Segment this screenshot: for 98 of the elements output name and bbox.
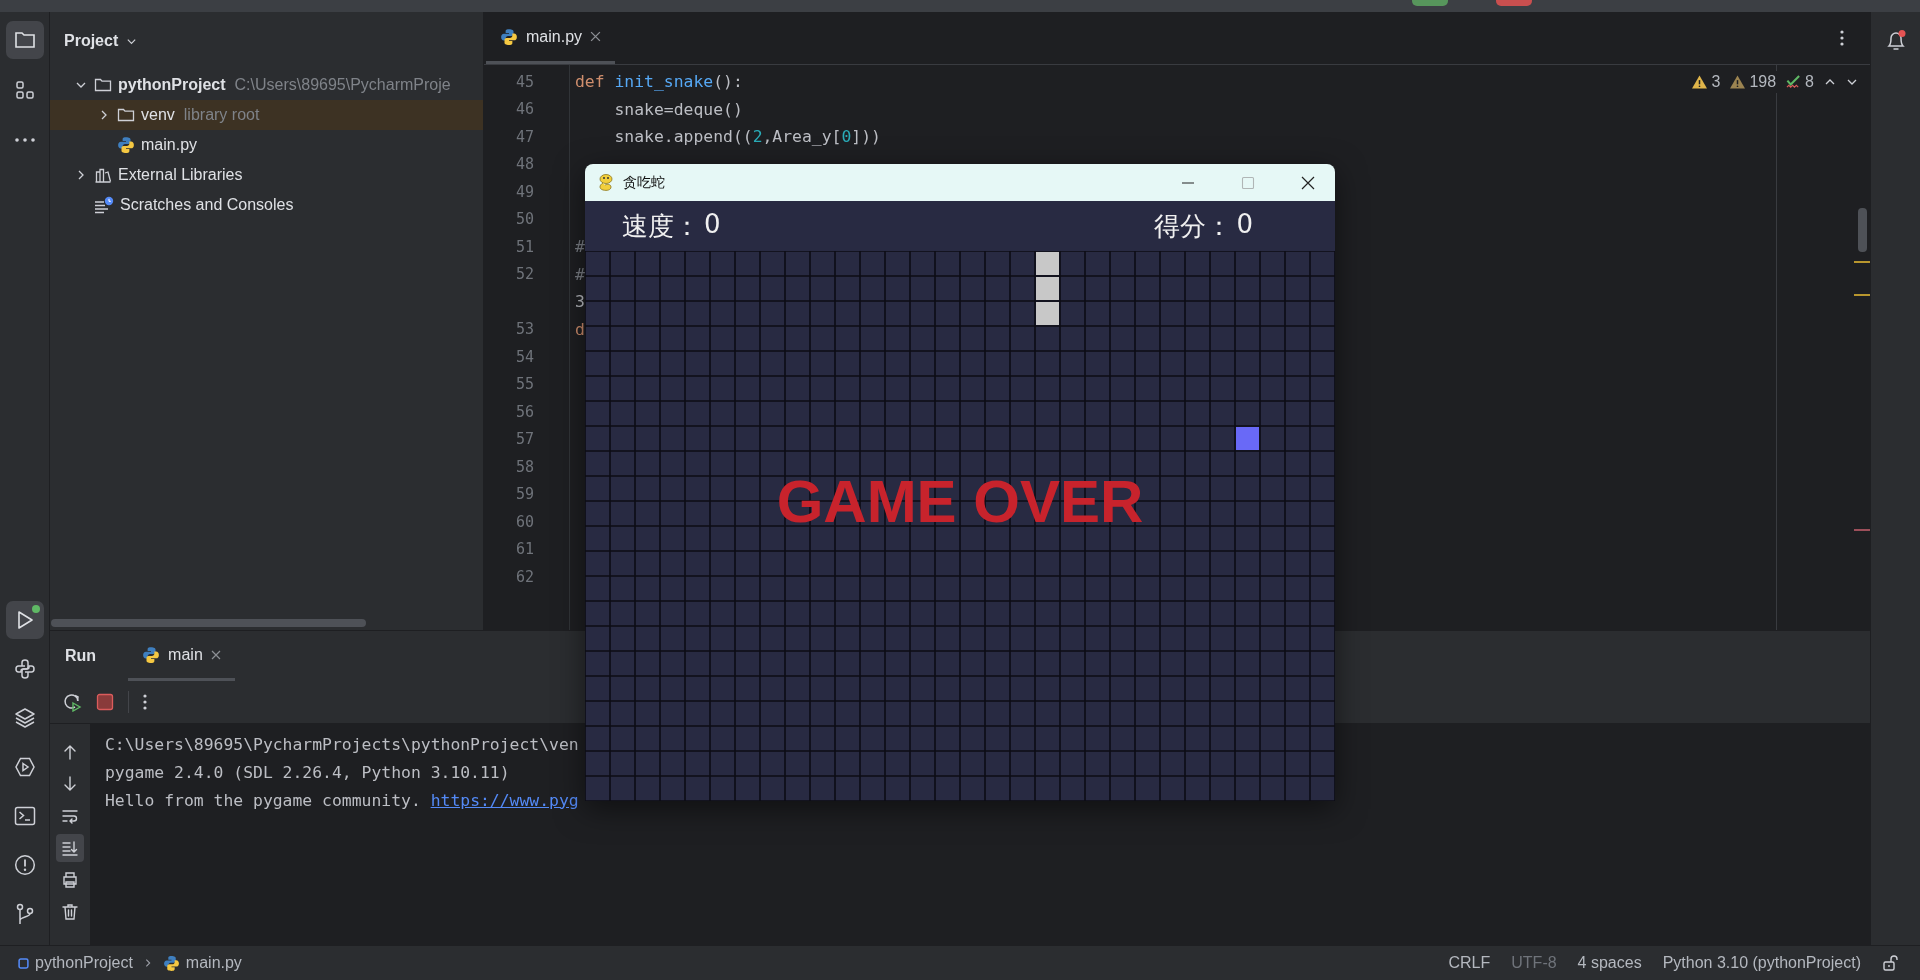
tree-item[interactable]: pythonProject C:\Users\89695\PycharmProje: [50, 70, 483, 100]
more-icon[interactable]: [1840, 30, 1844, 46]
wrap-icon: [61, 807, 79, 825]
code-line: def init_snake():: [575, 72, 743, 92]
line-number: 48: [514, 155, 534, 174]
line-number: 47: [514, 127, 534, 146]
inspection-count: 198: [1749, 73, 1777, 91]
folder-icon: [94, 77, 112, 93]
code-line: #: [575, 237, 585, 257]
inspection-count: 3: [1711, 73, 1721, 91]
scrollbar-thumb[interactable]: [51, 619, 366, 627]
status-item[interactable]: CRLF: [1448, 954, 1491, 972]
file-tab[interactable]: main.py: [486, 12, 616, 64]
breadcrumb[interactable]: pythonProject: [18, 954, 133, 972]
toolbar-button[interactable]: [1412, 0, 1448, 6]
line-number: 58: [514, 457, 534, 476]
python-icon: [162, 954, 180, 972]
error-marker[interactable]: [1854, 529, 1870, 531]
folder-icon: [13, 30, 36, 50]
project-view-dropdown[interactable]: Project: [60, 28, 142, 54]
lock-icon[interactable]: [1882, 954, 1900, 972]
link[interactable]: https://www.pyg: [430, 790, 579, 810]
warning-marker[interactable]: [1854, 294, 1870, 296]
breadcrumb[interactable]: main.py: [162, 954, 242, 972]
code-line: snake.append((2,Area_y[0])): [613, 127, 881, 147]
more-icon[interactable]: [143, 694, 147, 710]
line-number: 50: [514, 210, 534, 229]
line-number: 61: [514, 540, 534, 559]
run-tab[interactable]: main: [128, 631, 235, 681]
problems-icon: [13, 854, 36, 876]
tree-hint: C:\Users\89695\PycharmProje: [234, 76, 451, 94]
line-number: 49: [514, 182, 534, 201]
typo-check-icon: [1786, 74, 1802, 90]
terminal-icon: [13, 806, 36, 826]
more-icon: [14, 138, 35, 142]
snake-segment: [1036, 252, 1059, 275]
console-tool-button[interactable]: [56, 834, 84, 862]
line-number: 54: [514, 347, 534, 366]
hud-value: 0: [1236, 208, 1253, 241]
tool-window-button[interactable]: [5, 21, 44, 59]
tree-item[interactable]: Scratches and Consoles: [50, 190, 483, 220]
line-number: 51: [514, 237, 534, 256]
hud-value: 0: [704, 208, 721, 241]
tool-window-button[interactable]: [5, 601, 44, 639]
line-number: 59: [514, 485, 534, 504]
code-line: 3: [575, 292, 585, 312]
snake-segment: [1036, 302, 1059, 325]
inspection-count: 8: [1805, 73, 1814, 91]
console-output: pygame 2.4.0 (SDL 2.26.4, Python 3.10.11): [105, 762, 510, 782]
line-number: 52: [514, 265, 534, 284]
python-icon: [142, 645, 161, 664]
scratches-icon: [94, 196, 114, 214]
line-number: 56: [514, 402, 534, 421]
warning-icon: [1692, 75, 1708, 89]
code-line: #: [575, 264, 585, 284]
line-number: 62: [514, 567, 534, 586]
tree-hint: library root: [183, 106, 260, 124]
python-icon: [117, 136, 135, 154]
structure-icon: [14, 80, 35, 100]
close-icon[interactable]: [1301, 175, 1315, 190]
scroll-end-icon: [61, 839, 79, 857]
line-number: 46: [514, 100, 534, 119]
console-output: C:\Users\89695\PycharmProjects\pythonProject\ven: [105, 734, 579, 754]
status-item[interactable]: 4 spaces: [1577, 954, 1642, 972]
console-output: Hello from the pygame community.: [105, 790, 422, 810]
services-icon: [13, 756, 36, 778]
tree-item[interactable]: External Libraries: [50, 160, 483, 190]
python-icon: [13, 658, 36, 680]
rerun-icon[interactable]: [62, 692, 82, 712]
branch-icon: [14, 903, 35, 925]
code-line: d: [575, 319, 585, 339]
module-icon: [18, 957, 29, 969]
running-dot: [31, 605, 40, 613]
scrollbar-thumb[interactable]: [1858, 208, 1867, 252]
panel-title: Run: [65, 647, 97, 665]
food-block: [1236, 427, 1259, 450]
status-item[interactable]: Python 3.10 (pythonProject): [1662, 954, 1861, 972]
code-line: snake=deque(): [613, 99, 743, 119]
stop-icon[interactable]: [96, 693, 114, 711]
line-number: 60: [514, 512, 534, 531]
warning-marker[interactable]: [1854, 261, 1870, 263]
line-number: 55: [514, 375, 534, 394]
hud-label: 速度：: [622, 209, 700, 243]
game-over-text: GAME OVER: [776, 466, 1144, 536]
python-icon: [500, 27, 518, 46]
layers-icon: [13, 707, 36, 729]
print-icon: [61, 871, 79, 889]
trash-icon: [61, 903, 79, 921]
folder-icon: [117, 107, 135, 123]
tree-item[interactable]: main.py: [50, 130, 483, 160]
hud-label: 得分：: [1154, 209, 1233, 243]
window-title: 贪吃蛇: [623, 173, 665, 192]
line-number: 53: [514, 320, 534, 339]
library-icon: [94, 167, 112, 183]
snake-segment: [1036, 277, 1059, 300]
line-number: 45: [514, 72, 534, 91]
warning-icon: [1730, 75, 1746, 89]
line-number: 57: [514, 430, 534, 449]
